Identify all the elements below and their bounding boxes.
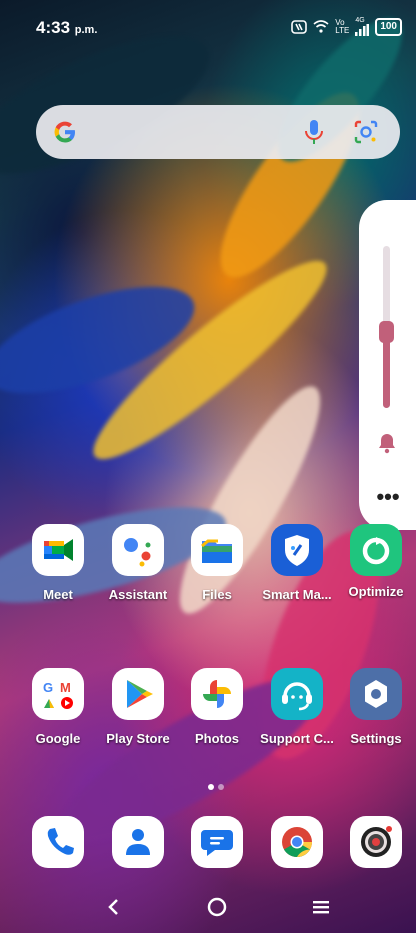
lte-indicator: Vo LTE <box>335 17 350 35</box>
app-label: Meet <box>43 587 73 602</box>
meet-icon <box>32 524 84 576</box>
phone-icon <box>32 816 84 868</box>
assistant-icon <box>112 524 164 576</box>
bell-icon[interactable] <box>377 432 397 459</box>
app-assistant[interactable]: Assistant <box>98 524 178 602</box>
app-label: Files <box>202 587 232 602</box>
contacts-icon <box>112 816 164 868</box>
dock-chrome[interactable] <box>257 816 337 868</box>
mic-icon[interactable] <box>303 118 325 151</box>
dock-phone[interactable] <box>18 816 98 868</box>
dock-messages[interactable] <box>177 816 257 868</box>
volume-handle[interactable] <box>379 320 394 343</box>
optimize-icon <box>350 524 402 576</box>
photos-icon <box>191 668 243 720</box>
play-store-icon <box>112 668 164 720</box>
app-photos[interactable]: Photos <box>177 668 257 746</box>
volume-more-button[interactable]: ••• <box>372 486 404 510</box>
app-label: Smart Ma... <box>262 587 332 602</box>
app-settings[interactable]: Settings <box>336 668 416 746</box>
support-icon <box>271 668 323 720</box>
app-files[interactable]: Files <box>177 524 257 602</box>
lens-icon[interactable] <box>352 118 380 151</box>
volume-fill <box>383 331 390 408</box>
smart-manager-icon <box>271 524 323 576</box>
page-dot <box>218 784 224 790</box>
settings-icon <box>350 668 402 720</box>
status-bar: 4:33 p.m. Vo LTE 4G 100 <box>0 0 416 56</box>
google-search-bar[interactable] <box>36 105 400 159</box>
app-label: Play Store <box>106 731 170 746</box>
recents-button[interactable] <box>306 892 336 922</box>
volume-panel[interactable]: ••• <box>359 200 416 530</box>
home-icon <box>207 897 227 917</box>
back-button[interactable] <box>98 892 128 922</box>
app-google-folder[interactable]: G M Google <box>18 668 98 746</box>
app-label: Support C... <box>260 731 334 746</box>
signal-icon: 4G <box>355 17 370 36</box>
app-label: Settings <box>350 731 402 746</box>
app-smart-manager[interactable]: Smart Ma... <box>257 524 337 602</box>
home-button[interactable] <box>202 892 232 922</box>
dock-camera[interactable] <box>336 816 416 868</box>
dock-contacts[interactable] <box>98 816 178 868</box>
nfc-icon <box>291 19 308 34</box>
volume-slider[interactable] <box>379 246 394 408</box>
messages-icon <box>191 816 243 868</box>
google-g-icon <box>51 118 79 151</box>
back-icon <box>108 899 118 915</box>
wifi-icon <box>313 20 329 33</box>
clock: 4:33 p.m. <box>36 18 98 37</box>
menu-icon <box>313 901 329 914</box>
navigation-bar <box>0 880 416 933</box>
page-indicator <box>208 784 224 790</box>
svg-text:G: G <box>43 680 53 695</box>
app-label: Assistant <box>108 587 168 602</box>
app-support-center[interactable]: Support C... <box>257 668 337 746</box>
app-play-store[interactable]: Play Store <box>98 668 178 746</box>
camera-icon <box>350 816 402 868</box>
battery-indicator: 100 <box>375 17 402 36</box>
svg-text:M: M <box>60 680 71 695</box>
page-dot-active <box>208 784 214 790</box>
app-label: Google <box>35 731 81 746</box>
chrome-icon <box>271 816 323 868</box>
app-label: Optimize <box>348 584 404 599</box>
google-folder-icon: G M <box>32 668 84 720</box>
app-label: Photos <box>194 731 240 746</box>
app-meet[interactable]: Meet <box>18 524 98 602</box>
app-optimize[interactable]: Optimize <box>336 524 416 599</box>
files-icon <box>191 524 243 576</box>
